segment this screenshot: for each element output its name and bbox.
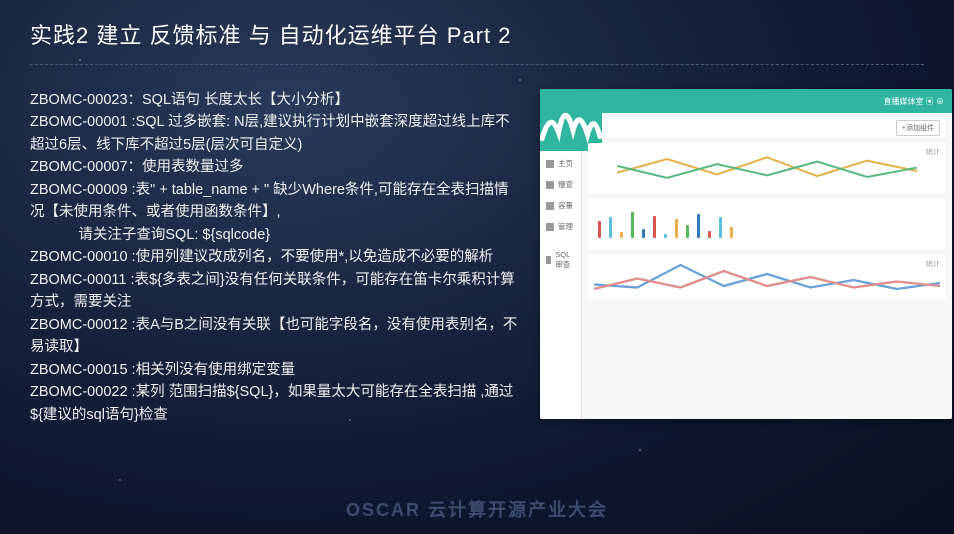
chart-icon bbox=[546, 202, 554, 210]
rule-line: ZBOMC-00001 :SQL 过多嵌套: N层,建议执行计划中嵌套深度超过线… bbox=[30, 111, 520, 156]
line-chart bbox=[594, 153, 940, 183]
rule-line: ZBOMC-00011 :表${多表之间}没有任何关联条件，可能存在笛卡尔乘积计… bbox=[30, 269, 520, 314]
sidebar-label: 慢查 bbox=[558, 179, 573, 190]
sql-icon bbox=[546, 256, 551, 264]
sidebar-item[interactable]: 主页 bbox=[540, 153, 581, 174]
app-main: ♪ +添加组件 统计 统计 bbox=[582, 113, 952, 419]
home-icon bbox=[546, 160, 554, 168]
sidebar-item[interactable]: SQL审查 bbox=[540, 245, 581, 275]
app-sidebar: 主页 慢查 容量 管理 SQL审查 bbox=[540, 113, 582, 419]
chart-panel-2 bbox=[588, 199, 946, 249]
sidebar-item[interactable]: 容量 bbox=[540, 195, 581, 216]
sidebar-item[interactable]: 管理 bbox=[540, 216, 581, 237]
line-chart bbox=[594, 262, 940, 292]
sidebar-label: 主页 bbox=[558, 158, 573, 169]
app-logo-corner bbox=[540, 89, 602, 151]
rule-line: ZBOMC-00023：SQL语句 长度太长【大小分析】 bbox=[30, 89, 520, 111]
screenshot-app-window: 直播媒体室 ▣ ⊕ 主页 慢查 容量 管理 SQL审查 ♪ +添加 bbox=[540, 89, 952, 419]
rule-line: ZBOMC-00012 :表A与B之间没有关联【也可能字段名，没有使用表别名，不… bbox=[30, 314, 520, 359]
rules-text-block: ZBOMC-00023：SQL语句 长度太长【大小分析】 ZBOMC-00001… bbox=[30, 89, 520, 426]
rule-line: 请关注子查询SQL: ${sqlcode} bbox=[30, 224, 520, 246]
gear-icon bbox=[546, 223, 554, 231]
rule-line: ZBOMC-00022 :某列 范围扫描${SQL}，如果量太大可能存在全表扫描… bbox=[30, 381, 520, 426]
add-widget-button[interactable]: +添加组件 bbox=[896, 120, 940, 136]
topbar-right-text: 直播媒体室 ▣ ⊕ bbox=[884, 96, 944, 107]
rule-line: ZBOMC-00009 :表" + table_name + " 缺少Where… bbox=[30, 179, 520, 224]
footer-watermark: OSCAR 云计算开源产业大会 bbox=[0, 496, 954, 522]
rule-line: ZBOMC-00007：使用表数量过多 bbox=[30, 156, 520, 178]
app-tabs: ♪ +添加组件 bbox=[588, 119, 946, 137]
chart-panel-1: 统计 bbox=[588, 143, 946, 193]
panel-label: 统计 bbox=[926, 259, 940, 269]
rule-line: ZBOMC-00015 :相关列没有使用绑定变量 bbox=[30, 359, 520, 381]
sidebar-label: SQL审查 bbox=[555, 250, 575, 270]
sidebar-label: 容量 bbox=[558, 200, 573, 211]
panel-label: 统计 bbox=[926, 147, 940, 157]
rule-line: ZBOMC-00010 :使用列建议改成列名，不要使用*,以免造成不必要的解析 bbox=[30, 246, 520, 268]
sidebar-item[interactable]: 慢查 bbox=[540, 174, 581, 195]
sidebar-label: 管理 bbox=[558, 221, 573, 232]
chart-panel-3: 统计 bbox=[588, 255, 946, 299]
list-icon bbox=[546, 181, 554, 189]
slide-title: 实践2 建立 反馈标准 与 自动化运维平台 Part 2 bbox=[30, 18, 924, 65]
bar-chart bbox=[594, 210, 940, 238]
